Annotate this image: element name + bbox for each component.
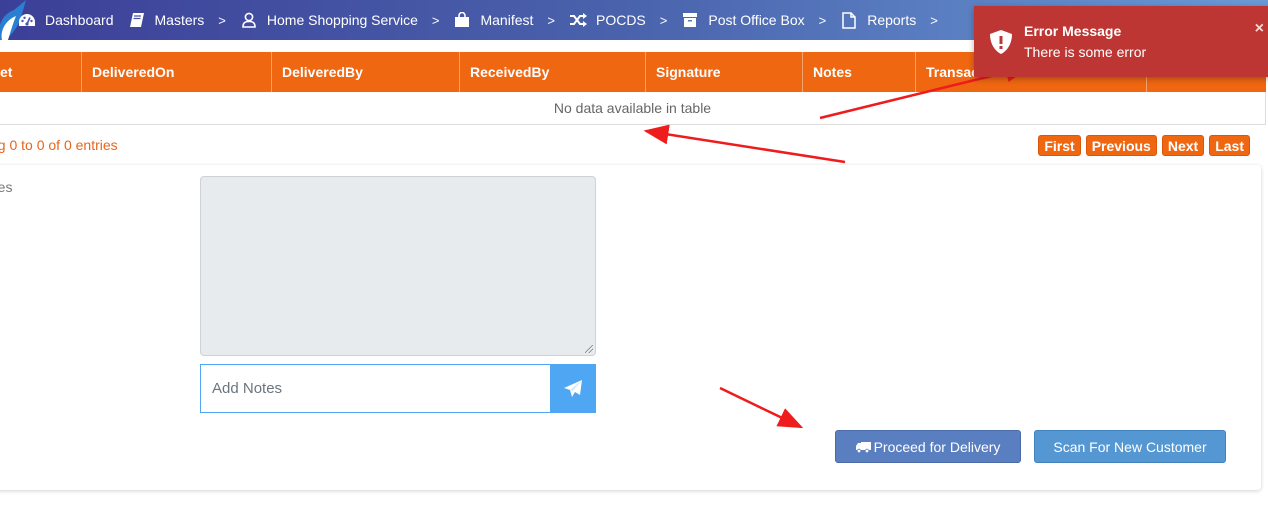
archive-icon <box>681 12 699 28</box>
nav-item-dashboard[interactable]: Dashboard <box>18 12 114 28</box>
file-icon <box>840 11 858 29</box>
last-page-button[interactable]: Last <box>1209 135 1250 156</box>
nav-item-label: Reports <box>867 12 917 28</box>
paper-plane-icon <box>563 379 582 397</box>
error-toast: Error Message There is some error × <box>974 6 1268 77</box>
nav-item-label: Manifest <box>480 12 534 28</box>
column-header-delivered-on[interactable]: DeliveredOn <box>82 52 272 92</box>
column-header-received-by[interactable]: ReceivedBy <box>460 52 646 92</box>
chevron-right-icon: > <box>818 12 827 28</box>
add-notes-input[interactable] <box>201 365 550 412</box>
proceed-for-delivery-button[interactable]: Proceed for Delivery <box>835 430 1021 463</box>
nav-item-reports[interactable]: Reports > <box>840 11 938 29</box>
shield-alert-icon <box>990 30 1012 54</box>
nav-item-label: Dashboard <box>45 12 114 28</box>
random-icon <box>569 12 587 28</box>
next-page-button[interactable]: Next <box>1161 135 1205 156</box>
entries-info: ng 0 to 0 of 0 entries <box>0 137 128 153</box>
nav-item-label: Home Shopping Service <box>266 12 418 28</box>
column-header-delivered-by[interactable]: DeliveredBy <box>272 52 460 92</box>
previous-page-button[interactable]: Previous <box>1085 135 1157 156</box>
nav-item-label: Masters <box>154 12 205 28</box>
nav-item-pocds[interactable]: POCDS > <box>569 12 667 28</box>
chevron-right-icon: > <box>930 12 938 28</box>
nav-item-label: POCDS <box>595 12 646 28</box>
nav-item-masters[interactable]: Masters > <box>128 12 226 28</box>
first-page-button[interactable]: First <box>1038 135 1081 156</box>
column-header-1[interactable]: et <box>0 52 82 92</box>
arrow-to-table <box>643 124 846 164</box>
nav-item-post-office-box[interactable]: Post Office Box > <box>681 12 826 28</box>
chevron-right-icon: > <box>218 12 226 28</box>
resize-handle-icon[interactable] <box>585 345 593 353</box>
chevron-right-icon: > <box>431 12 440 28</box>
add-notes-group <box>200 364 596 413</box>
dashboard-icon <box>18 12 36 28</box>
nav-item-home-shopping-service[interactable]: Home Shopping Service > <box>240 12 440 28</box>
book-icon <box>128 12 146 28</box>
truck-icon <box>855 441 871 453</box>
nav-menu: Dashboard Masters > Home Shopping Service > M… <box>18 0 952 40</box>
proceed-label: Proceed for Delivery <box>873 438 1001 455</box>
shopping-bag-icon <box>453 12 471 28</box>
toast-title: Error Message <box>1024 23 1122 39</box>
nav-item-label: Post Office Box <box>708 12 805 28</box>
scan-new-customer-button[interactable]: Scan For New Customer <box>1034 430 1226 463</box>
column-header-notes[interactable]: Notes <box>803 52 916 92</box>
chevron-right-icon: > <box>547 12 555 28</box>
close-icon[interactable]: × <box>1255 20 1264 38</box>
empty-table-row: No data available in table <box>0 92 1266 125</box>
send-note-button[interactable] <box>550 365 595 412</box>
notes-textarea[interactable] <box>200 176 596 356</box>
toast-message: There is some error <box>1024 44 1147 60</box>
column-header-signature[interactable]: Signature <box>646 52 803 92</box>
user-icon <box>240 12 258 28</box>
notes-label: otes <box>0 179 13 195</box>
entries-info-text: ng 0 to 0 of 0 entries <box>0 137 118 153</box>
chevron-right-icon: > <box>659 12 668 28</box>
empty-table-message: No data available in table <box>553 100 712 116</box>
nav-item-manifest[interactable]: Manifest > <box>453 12 555 28</box>
pagination: First Previous Next Last <box>1038 135 1250 156</box>
